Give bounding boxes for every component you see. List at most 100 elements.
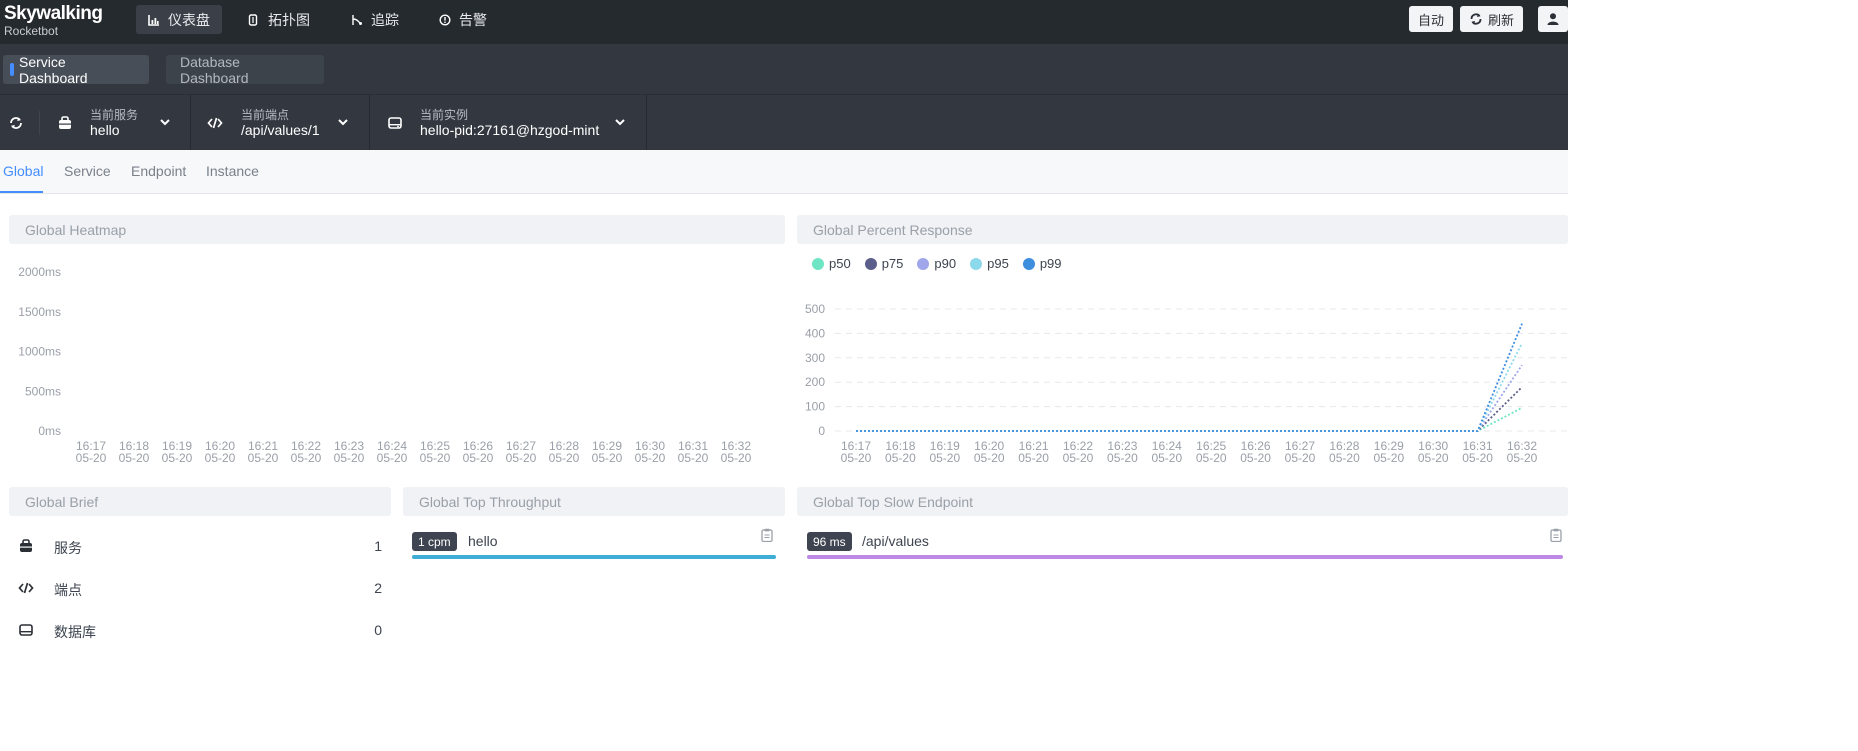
nav-item-label: 追踪 (371, 11, 399, 28)
x-tick-date: 05-20 (635, 451, 666, 465)
logo: Skywalking Rocketbot (4, 3, 103, 37)
series-line-p99 (856, 323, 1523, 432)
panel-title-text: Global Percent Response (813, 221, 973, 238)
x-tick-date: 05-20 (506, 451, 537, 465)
legend-label: p99 (1039, 256, 1062, 271)
clipboard-icon[interactable] (761, 528, 773, 542)
x-tick-date: 05-20 (678, 451, 709, 465)
active-tab-underline (0, 191, 43, 193)
y-tick-label: 0ms (38, 424, 61, 438)
x-tick-date: 05-20 (334, 451, 365, 465)
x-tick-date: 05-20 (248, 451, 279, 465)
y-tick-label: 500ms (25, 384, 61, 398)
y-tick-label: 200 (805, 375, 825, 389)
endpoint-selector-value: /api/values/1 (241, 122, 320, 138)
nav-item-label: 仪表盘 (168, 11, 210, 28)
x-tick-date: 05-20 (1285, 451, 1316, 465)
x-tick-date: 05-20 (1240, 451, 1271, 465)
nav-item-alarm[interactable]: 告警 (427, 5, 499, 34)
x-tick-date: 05-20 (1018, 451, 1049, 465)
legend-dot (917, 257, 930, 270)
chevron-down-icon (338, 119, 348, 126)
instance-selector-value: hello-pid:27161@hzgod-mint (420, 122, 600, 138)
chevron-down-icon (615, 119, 625, 126)
service-selector[interactable]: 当前服务 hello (40, 95, 191, 151)
refresh-label: 刷新 (1488, 12, 1515, 28)
slow-endpoint-bar (807, 555, 1563, 559)
nav-item-label: 拓扑图 (268, 11, 310, 28)
legend-item-p95[interactable]: p95 (970, 256, 1009, 271)
heatmap-chart: 2000ms1500ms1000ms500ms0ms16:1705-2016:1… (18, 265, 752, 465)
y-tick-label: 1000ms (18, 345, 61, 359)
chevron-down-icon (160, 119, 170, 126)
tab-service[interactable]: Service (64, 163, 111, 179)
clipboard-icon[interactable] (1550, 528, 1562, 542)
y-tick-label: 0 (818, 424, 825, 438)
tab-global[interactable]: Global (3, 163, 43, 179)
tab-instance[interactable]: Instance (206, 163, 259, 179)
refresh-button[interactable]: 刷新 (1460, 6, 1524, 32)
x-tick-date: 05-20 (76, 451, 107, 465)
x-tick-date: 05-20 (420, 451, 451, 465)
x-tick-date: 05-20 (1373, 451, 1404, 465)
legend-dot (864, 257, 877, 270)
reload-selectors-button[interactable] (0, 111, 40, 135)
x-tick-date: 05-20 (205, 451, 236, 465)
x-tick-date: 05-20 (1329, 451, 1360, 465)
alarm-icon (439, 13, 451, 26)
service-selector-value: hello (90, 122, 120, 138)
series-line-p75 (856, 386, 1523, 432)
x-tick-date: 05-20 (162, 451, 193, 465)
series-line-p90 (856, 364, 1523, 432)
brief-panel-title: Global Brief (9, 487, 391, 516)
slow-endpoint-row[interactable]: 96 ms /api/values (807, 528, 1563, 562)
brief-value: 1 (374, 538, 382, 554)
x-tick-date: 05-20 (463, 451, 494, 465)
x-tick-date: 05-20 (1196, 451, 1227, 465)
auto-refresh-button[interactable]: 自动 (1409, 6, 1454, 32)
x-tick-date: 05-20 (974, 451, 1005, 465)
series-line-p95 (856, 342, 1523, 432)
legend-item-p99[interactable]: p99 (1022, 256, 1062, 271)
user-menu-button[interactable] (1538, 6, 1568, 32)
legend-item-p90[interactable]: p90 (917, 256, 956, 271)
tab-database-dashboard[interactable]: Database Dashboard (166, 54, 324, 86)
x-tick-date: 05-20 (291, 451, 322, 465)
instance-selector[interactable]: 当前实例 hello-pid:27161@hzgod-mint (370, 95, 647, 151)
nav-item-dashboard[interactable]: 仪表盘 (136, 5, 222, 34)
tab-label: Service Dashboard (19, 53, 88, 86)
x-tick-date: 05-20 (885, 451, 916, 465)
x-tick-date: 05-20 (377, 451, 408, 465)
x-tick-date: 05-20 (841, 451, 872, 465)
service-icon (59, 116, 71, 129)
tab-endpoint[interactable]: Endpoint (131, 163, 186, 179)
panel-title-text: Global Heatmap (25, 221, 127, 238)
slow-endpoint-badge: 96 ms (807, 532, 852, 551)
database-icon (19, 624, 33, 636)
throughput-row[interactable]: 1 cpm hello (412, 528, 776, 562)
throughput-badge: 1 cpm (412, 532, 457, 551)
legend-item-p50[interactable]: p50 (812, 256, 851, 271)
x-tick-date: 05-20 (1462, 451, 1493, 465)
y-tick-label: 2000ms (18, 265, 61, 279)
legend-label: p75 (881, 256, 904, 271)
y-tick-label: 1500ms (18, 305, 61, 319)
percent-response-panel-title: Global Percent Response (797, 215, 1568, 244)
legend-dot (1022, 257, 1035, 270)
x-tick-date: 05-20 (1151, 451, 1182, 465)
brand-name: Skywalking (4, 3, 103, 24)
tab-service-dashboard[interactable]: Service Dashboard (3, 53, 149, 86)
panel-title-text: Global Top Throughput (419, 493, 561, 510)
brief-row-endpoint: 端点 2 (18, 578, 382, 598)
x-tick-date: 05-20 (1418, 451, 1449, 465)
endpoint-selector[interactable]: 当前端点 /api/values/1 (191, 95, 370, 151)
nav-item-label: 告警 (459, 11, 487, 28)
code-icon (207, 117, 223, 129)
throughput-name: hello (468, 533, 498, 549)
x-tick-date: 05-20 (721, 451, 752, 465)
sync-icon (10, 117, 22, 129)
legend-item-p75[interactable]: p75 (864, 256, 904, 271)
nav-item-topology[interactable]: 拓扑图 (236, 5, 322, 34)
nav-item-trace[interactable]: 追踪 (339, 5, 411, 34)
y-tick-label: 100 (805, 400, 825, 414)
